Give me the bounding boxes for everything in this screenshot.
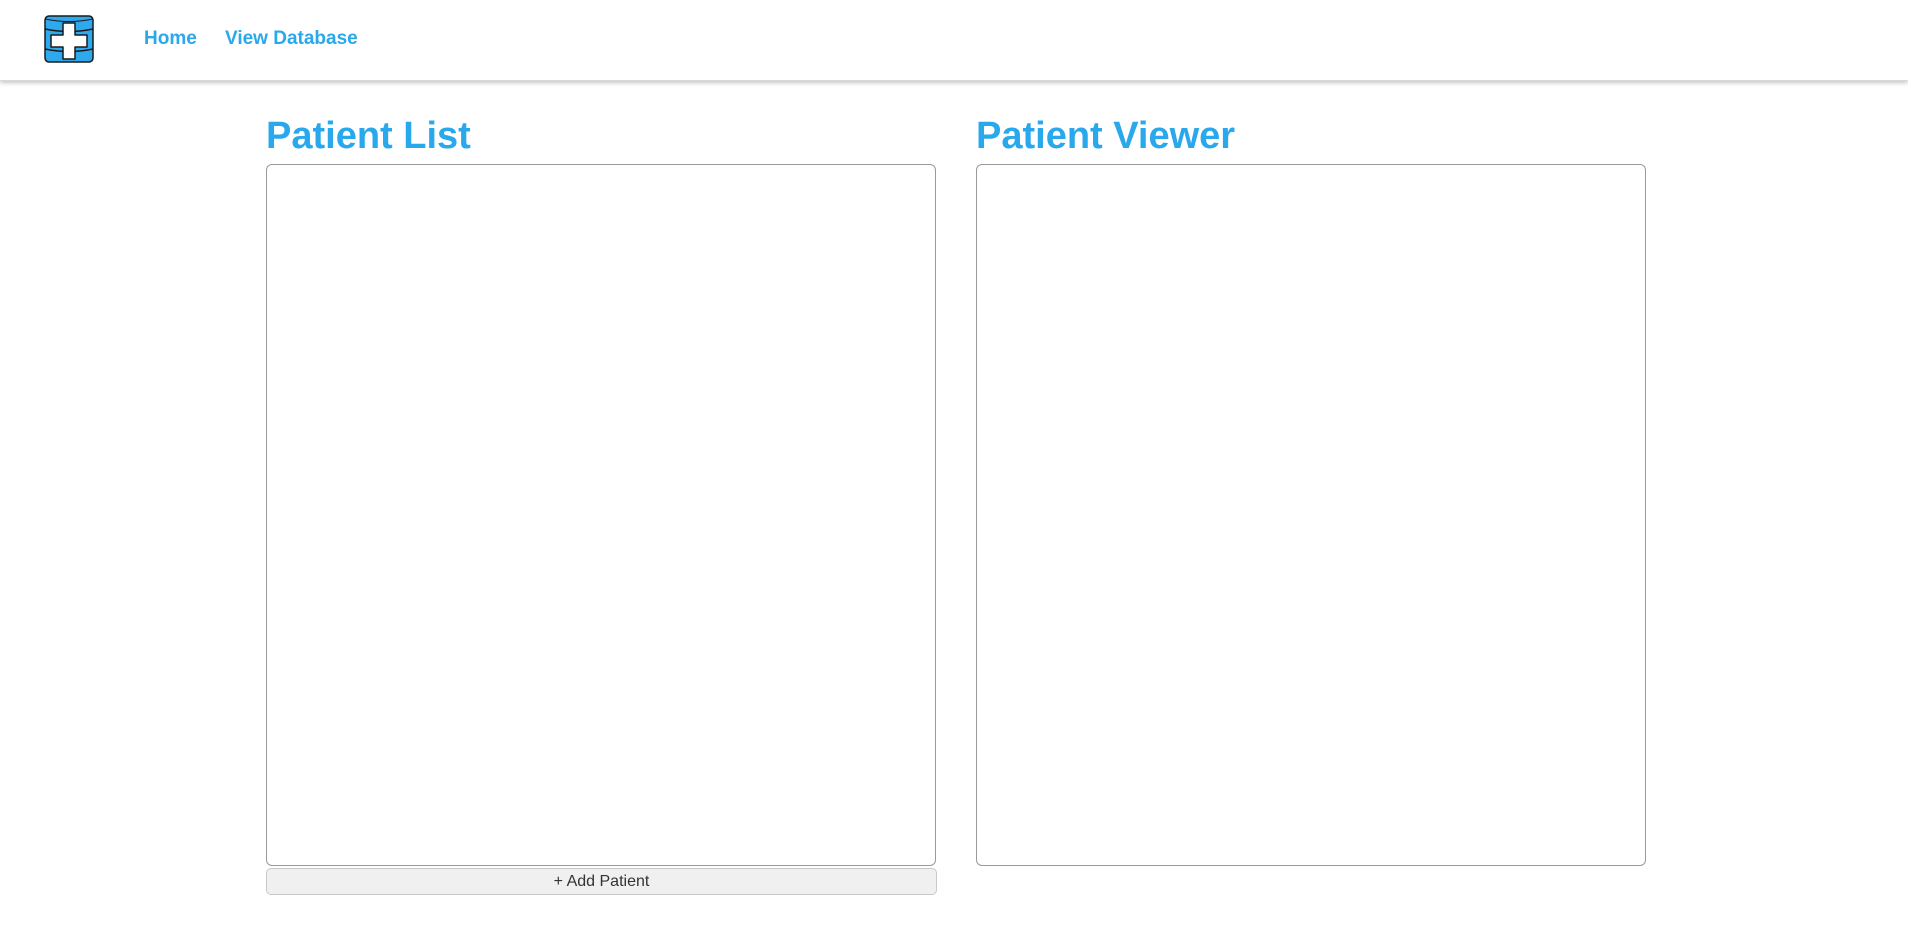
- top-navbar: Home View Database: [0, 0, 1908, 81]
- medical-cross-database-icon[interactable]: [44, 14, 94, 64]
- nav-link-view-database[interactable]: View Database: [225, 28, 358, 50]
- add-patient-button[interactable]: + Add Patient: [266, 868, 937, 895]
- patient-viewer-title: Patient Viewer: [976, 115, 1236, 157]
- patient-list-panel[interactable]: [266, 164, 936, 866]
- patient-list-title: Patient List: [266, 115, 471, 157]
- patient-viewer-panel[interactable]: [976, 164, 1646, 866]
- nav-link-home[interactable]: Home: [144, 28, 197, 50]
